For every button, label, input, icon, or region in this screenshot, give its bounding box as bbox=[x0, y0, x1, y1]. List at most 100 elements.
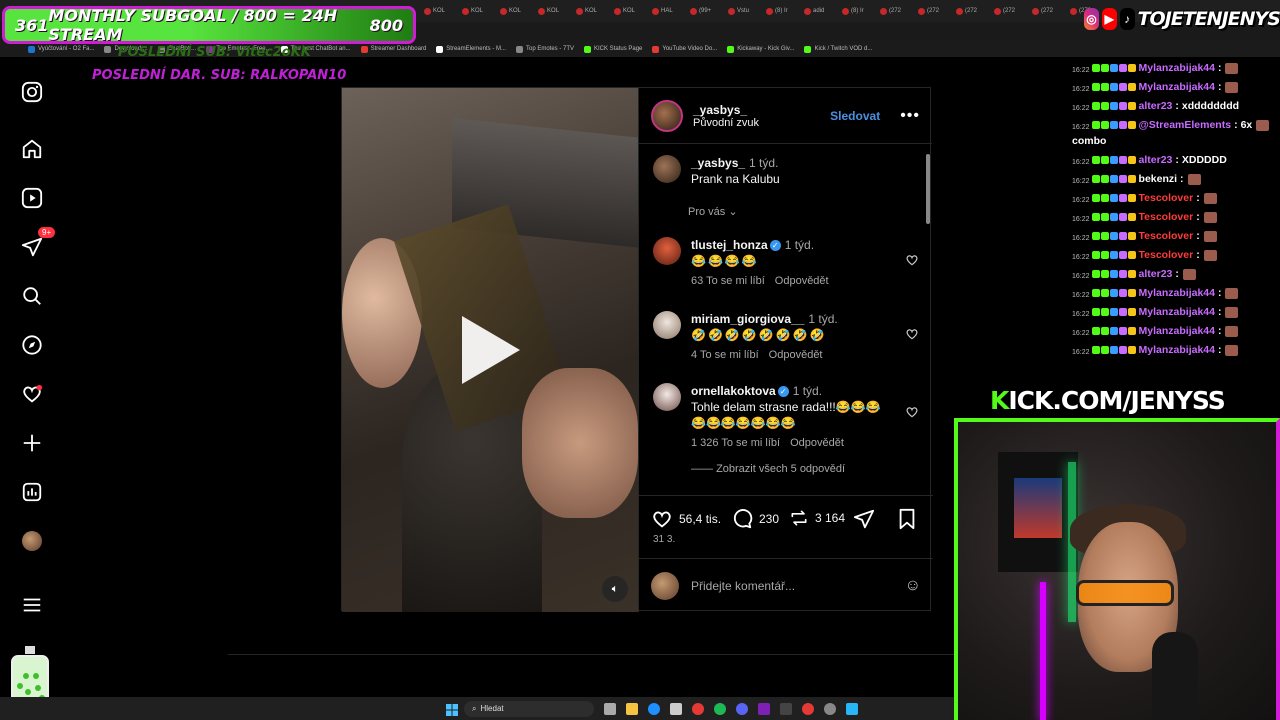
bookmark-item[interactable]: Top Emotes - 7TV bbox=[515, 45, 574, 53]
caption-avatar[interactable] bbox=[653, 155, 681, 183]
notepad-icon[interactable] bbox=[846, 702, 858, 715]
browser-tab[interactable]: Vstu bbox=[725, 2, 762, 20]
bookmark-item[interactable]: Kickaway - Kick Giv... bbox=[727, 45, 794, 53]
chat-username[interactable]: Mylanzabijak44 bbox=[1139, 344, 1215, 357]
chat-username[interactable]: Tescolover bbox=[1139, 211, 1194, 224]
bookmark-item[interactable]: KICK Status Page bbox=[584, 45, 642, 53]
comment-user[interactable]: tlustej_honza bbox=[691, 238, 768, 252]
follow-button[interactable]: Sledovat bbox=[830, 109, 880, 123]
profile-avatar-icon[interactable] bbox=[18, 527, 46, 555]
bookmark-item[interactable]: YouTube Video Do... bbox=[652, 45, 717, 53]
chat-username[interactable]: alter23 bbox=[1139, 268, 1173, 281]
settings-icon[interactable] bbox=[824, 702, 836, 715]
bookmark-item[interactable]: StreamElements - M... bbox=[436, 45, 506, 53]
browser-tab[interactable]: KOL bbox=[421, 2, 458, 20]
comment-likes[interactable]: 4 To se mi líbí bbox=[691, 349, 759, 361]
notifications-heart-icon[interactable] bbox=[18, 380, 46, 408]
post-video[interactable]: 🔈︎ bbox=[342, 88, 638, 612]
edge-icon[interactable] bbox=[648, 702, 660, 715]
search-icon[interactable] bbox=[18, 282, 46, 310]
comment-likes[interactable]: 1 326 To se mi líbí bbox=[691, 437, 780, 449]
browser-tab[interactable]: KOL bbox=[573, 2, 610, 20]
repost-button[interactable]: 3 164 bbox=[789, 508, 845, 528]
chat-username[interactable]: Tescolover bbox=[1139, 249, 1194, 262]
task-view-icon[interactable] bbox=[604, 702, 616, 715]
browser-tab[interactable]: (8) Ir bbox=[763, 2, 800, 20]
browser-tab[interactable]: (8) Ir bbox=[839, 2, 876, 20]
comments-scrollbar[interactable] bbox=[926, 148, 930, 488]
author-name[interactable]: _yasbys_ bbox=[693, 103, 759, 117]
browser-tab[interactable]: (272 bbox=[991, 2, 1028, 20]
bookmark-item[interactable]: Vyúčtování - O2 Fa... bbox=[28, 45, 94, 53]
browser-tab[interactable]: KOL bbox=[459, 2, 496, 20]
windows-start-icon[interactable] bbox=[446, 703, 458, 716]
messages-icon[interactable]: 9+ bbox=[18, 227, 56, 261]
comment-avatar[interactable] bbox=[653, 383, 681, 411]
explore-icon[interactable] bbox=[18, 331, 46, 359]
author-avatar[interactable] bbox=[651, 99, 683, 132]
reply-button[interactable]: Odpovědět bbox=[775, 275, 829, 287]
for-you-filter[interactable]: Pro vás ⌄ bbox=[688, 205, 738, 218]
browser-tab[interactable]: (99+ bbox=[687, 2, 724, 20]
browser-tab[interactable]: adid bbox=[801, 2, 838, 20]
browser-tab[interactable]: (272 bbox=[953, 2, 990, 20]
comment-button[interactable]: 230 bbox=[731, 508, 779, 530]
play-icon[interactable] bbox=[462, 316, 520, 384]
chrome-icon[interactable] bbox=[692, 702, 704, 715]
browser-tab[interactable]: (272 bbox=[1029, 2, 1066, 20]
comment-avatar[interactable] bbox=[653, 237, 681, 265]
chat-username[interactable]: Mylanzabijak44 bbox=[1139, 306, 1215, 319]
add-comment-input[interactable]: Přidejte komentář... bbox=[691, 579, 795, 593]
like-comment-icon[interactable] bbox=[905, 327, 919, 341]
insights-icon[interactable] bbox=[18, 478, 46, 506]
instagram-logo-icon[interactable] bbox=[18, 78, 46, 106]
comment-avatar[interactable] bbox=[653, 311, 681, 339]
bookmark-item[interactable]: Streamer Dashboard bbox=[360, 45, 426, 53]
like-comment-icon[interactable] bbox=[905, 405, 919, 419]
comment-user[interactable]: ornellakoktova bbox=[691, 384, 776, 398]
browser-tab[interactable]: (272 bbox=[877, 2, 914, 20]
chat-username[interactable]: Tescolover bbox=[1139, 230, 1194, 243]
create-plus-icon[interactable] bbox=[18, 429, 46, 457]
share-button[interactable] bbox=[853, 508, 875, 530]
chat-username[interactable]: Mylanzabijak44 bbox=[1139, 81, 1215, 94]
volume-icon[interactable]: 🔈︎ bbox=[602, 576, 628, 602]
audio-label[interactable]: Původní zvuk bbox=[693, 117, 759, 129]
browser-tab[interactable]: KOL bbox=[497, 2, 534, 20]
obs-icon[interactable] bbox=[802, 702, 814, 715]
like-comment-icon[interactable] bbox=[905, 253, 919, 267]
chat-username[interactable]: alter23 bbox=[1139, 100, 1173, 113]
comment-likes[interactable]: 63 To se mi líbí bbox=[691, 275, 765, 287]
chat-username[interactable]: Mylanzabijak44 bbox=[1139, 62, 1215, 75]
chat-username[interactable]: Mylanzabijak44 bbox=[1139, 325, 1215, 338]
file-explorer-icon[interactable] bbox=[626, 702, 638, 715]
taskbar-search[interactable]: ⌕ Hledat bbox=[464, 700, 594, 717]
browser-tab[interactable]: KOL bbox=[611, 2, 648, 20]
reels-icon[interactable] bbox=[18, 184, 46, 212]
chat-username[interactable]: bekenzi bbox=[1139, 173, 1178, 186]
browser-tab[interactable]: (272 bbox=[915, 2, 952, 20]
chat-username[interactable]: Mylanzabijak44 bbox=[1139, 287, 1215, 300]
home-icon[interactable] bbox=[18, 135, 46, 163]
chat-username[interactable]: @StreamElements bbox=[1139, 119, 1232, 132]
browser-tab[interactable]: HAL bbox=[649, 2, 686, 20]
discord-icon[interactable] bbox=[736, 702, 748, 715]
store-icon[interactable] bbox=[670, 702, 682, 715]
terminal-icon[interactable] bbox=[780, 702, 792, 715]
view-replies[interactable]: —— Zobrazit všech 5 odpovědí bbox=[691, 463, 919, 475]
emoji-picker-icon[interactable]: ☺ bbox=[905, 577, 921, 595]
bookmark-item[interactable]: Kick / Twitch VOD d... bbox=[804, 45, 872, 53]
chat-username[interactable]: alter23 bbox=[1139, 154, 1173, 167]
more-options-icon[interactable]: ••• bbox=[900, 107, 920, 125]
app-icon[interactable] bbox=[758, 702, 770, 715]
chat-username[interactable]: Tescolover bbox=[1139, 192, 1194, 205]
caption-author[interactable]: _yasbys_ bbox=[691, 156, 745, 170]
comment-user[interactable]: miriam_giorgiova__ bbox=[691, 312, 804, 326]
more-menu-icon[interactable] bbox=[18, 591, 46, 619]
reply-button[interactable]: Odpovědět bbox=[790, 437, 844, 449]
spotify-icon[interactable] bbox=[714, 702, 726, 715]
reply-button[interactable]: Odpovědět bbox=[769, 349, 823, 361]
like-button[interactable]: 56,4 tis. bbox=[651, 508, 721, 530]
browser-tab[interactable]: KOL bbox=[535, 2, 572, 20]
save-button[interactable] bbox=[897, 508, 917, 530]
